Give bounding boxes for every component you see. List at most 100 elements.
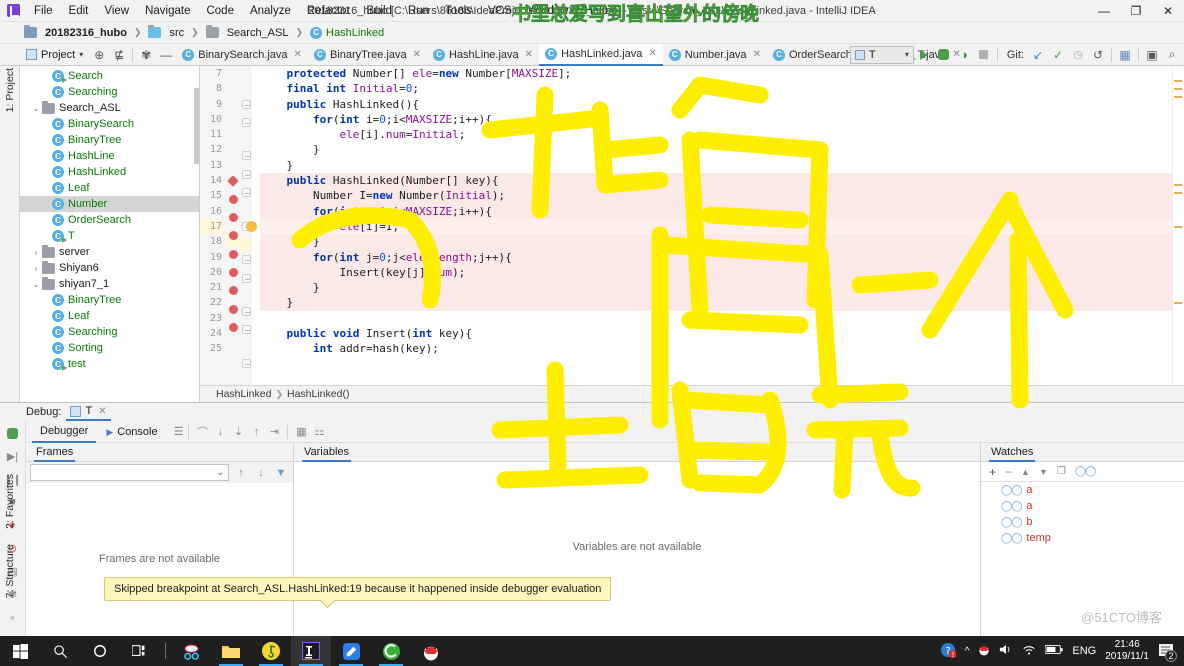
nav-crumb-2[interactable]: Search_ASL — [204, 25, 291, 39]
structure-icon[interactable]: ▦ — [1115, 44, 1135, 66]
git-commit-icon[interactable]: ✓ — [1048, 44, 1068, 66]
chevron-up-icon[interactable]: ^ — [965, 646, 970, 657]
code-line[interactable]: } — [260, 280, 1184, 296]
error-stripe-gutter[interactable] — [1172, 66, 1184, 385]
breakpoint-slot[interactable] — [226, 213, 240, 228]
search-icon[interactable]: ⌕ — [1162, 44, 1182, 66]
code-line[interactable]: for(int j=0;j<ele.length;j++){ — [260, 249, 1184, 265]
breakpoint-slot[interactable] — [226, 322, 240, 338]
fold-marker-icon[interactable] — [241, 151, 251, 161]
close-icon[interactable]: ✕ — [96, 406, 106, 417]
fold-marker-icon[interactable] — [241, 169, 251, 179]
gear-icon[interactable]: ✾ — [136, 44, 156, 66]
breakpoint-slot[interactable] — [226, 142, 240, 157]
editor-tab-hashlinked[interactable]: C HashLinked.java ✕ — [539, 43, 663, 66]
editor-tab-binarysearch[interactable]: C BinarySearch.java ✕ — [176, 44, 308, 66]
watches-toolbar[interactable]: + − ▲ ▼ ❐ ◯◯ — [981, 462, 1184, 482]
frames-toolbar[interactable]: ⌄ ↑ ↓ ▼ — [26, 462, 293, 483]
step-over-icon[interactable]: ⌒ — [194, 424, 210, 440]
watch-row[interactable]: ◯◯ temp — [981, 530, 1184, 546]
fold-slot[interactable] — [240, 359, 252, 374]
copy-icon[interactable]: ❐ — [1057, 466, 1066, 477]
breakpoint-notification-popup[interactable]: Skipped breakpoint at Search_ASL.HashLin… — [104, 577, 612, 601]
code-line[interactable]: int addr=hash(key); — [260, 341, 1184, 356]
breakpoint-slot[interactable] — [226, 338, 240, 353]
breakpoint-slot[interactable] — [226, 268, 240, 283]
expand-arrow-icon[interactable]: › — [30, 264, 42, 273]
fold-slot[interactable] — [240, 188, 252, 203]
breakpoint-icon[interactable] — [228, 268, 238, 278]
code-line[interactable] — [260, 311, 1184, 326]
tree-item-binarysearch[interactable]: C BinarySearch — [20, 116, 199, 132]
evaluate-icon[interactable]: ▦ — [293, 424, 309, 440]
breakpoint-slot[interactable] — [226, 158, 240, 173]
thread-selector[interactable]: ⌄ — [30, 464, 229, 481]
move-up-icon[interactable]: ▲ — [1021, 467, 1030, 477]
breakpoint-slot[interactable] — [226, 354, 240, 369]
nav-crumb-0[interactable]: 20182316_hubo — [22, 25, 129, 39]
breadcrumb[interactable]: HashLinked ❯ HashLinked() — [200, 385, 1184, 402]
code-lines[interactable]: protected Number[] ele=new Number[MAXSIZ… — [252, 66, 1184, 385]
tree-item-binarytree[interactable]: C BinaryTree — [20, 132, 199, 148]
arrow-down-icon[interactable]: ↓ — [253, 465, 269, 481]
conditional-breakpoint-icon[interactable] — [227, 174, 239, 187]
fold-slot[interactable] — [240, 66, 252, 81]
close-icon[interactable]: ✕ — [751, 49, 761, 60]
code-line[interactable]: } — [260, 142, 1184, 157]
menu-item-code[interactable]: Code — [198, 3, 242, 19]
snip-icon[interactable] — [171, 636, 211, 666]
code-line[interactable]: public HashLinked(Number[] key){ — [260, 173, 1184, 189]
fold-slot[interactable] — [240, 117, 252, 133]
git-update-icon[interactable]: ↙ — [1028, 44, 1048, 66]
fold-marker-icon[interactable] — [241, 188, 251, 198]
variables-list[interactable]: Variables are not available — [294, 462, 980, 650]
music-icon[interactable] — [251, 636, 291, 666]
breakpoint-slot[interactable] — [226, 66, 240, 81]
explorer-icon[interactable] — [211, 636, 251, 666]
close-icon[interactable]: ✕ — [411, 49, 421, 60]
debug-session-tab[interactable]: T ✕ — [66, 403, 111, 421]
help-icon[interactable]: ?! — [940, 642, 957, 661]
locate-icon[interactable]: ⊕ — [89, 44, 109, 66]
menu-item-navigate[interactable]: Navigate — [137, 3, 198, 19]
breakpoint-icon[interactable] — [228, 322, 238, 332]
tree-item-search[interactable]: C Search — [20, 68, 199, 84]
layout-icon[interactable]: ☰ — [174, 425, 184, 438]
code-line[interactable]: ele[i]=I; — [260, 218, 1184, 235]
arrow-up-icon[interactable]: ↑ — [233, 465, 249, 481]
fold-slot[interactable] — [240, 255, 252, 270]
tree-item-shiyan6[interactable]: › Shiyan6 — [20, 260, 199, 276]
expand-arrow-icon[interactable]: › — [30, 248, 42, 257]
code-line[interactable]: } — [260, 295, 1184, 311]
rail-tab-project[interactable]: 1: Project — [4, 68, 16, 112]
tree-item-hashline[interactable]: C HashLine — [20, 148, 199, 164]
fold-slot[interactable] — [240, 341, 252, 356]
fold-slot[interactable] — [240, 289, 252, 304]
intellij-icon[interactable] — [291, 636, 331, 666]
cortana-icon[interactable] — [80, 636, 120, 666]
add-watch-icon[interactable]: + — [989, 465, 996, 479]
editor-icon[interactable] — [331, 636, 371, 666]
step-into-icon[interactable]: ↓ — [212, 424, 228, 440]
fold-slot[interactable] — [240, 236, 252, 253]
remove-watch-icon[interactable]: − — [1005, 465, 1012, 479]
watch-row[interactable]: ◯◯ b — [981, 514, 1184, 530]
code-line[interactable]: for(int i=0;i<MAXSIZE;i++){ — [260, 203, 1184, 219]
editor-tab-number[interactable]: C Number.java ✕ — [663, 44, 767, 66]
debug-button[interactable] — [934, 44, 954, 66]
fold-slot[interactable] — [240, 307, 252, 322]
menu-item-edit[interactable]: Edit — [61, 3, 97, 19]
move-down-icon[interactable]: ▼ — [1039, 467, 1048, 477]
language-indicator[interactable]: ENG — [1072, 645, 1096, 657]
fold-slot[interactable] — [240, 325, 252, 340]
code-line[interactable]: protected Number[] ele=new Number[MAXSIZ… — [260, 66, 1184, 81]
qq-icon[interactable] — [411, 636, 451, 666]
debug-tab-console[interactable]: ▶ Console — [98, 421, 165, 443]
expand-arrow-icon[interactable]: ⌄ — [30, 280, 42, 289]
fold-slot[interactable] — [240, 169, 252, 185]
hide-icon[interactable]: — — [156, 44, 176, 66]
code-line[interactable]: final int Initial=0; — [260, 81, 1184, 96]
fold-marker-icon[interactable] — [241, 117, 251, 127]
close-icon[interactable]: ✕ — [646, 48, 656, 59]
volume-icon[interactable] — [999, 643, 1013, 659]
